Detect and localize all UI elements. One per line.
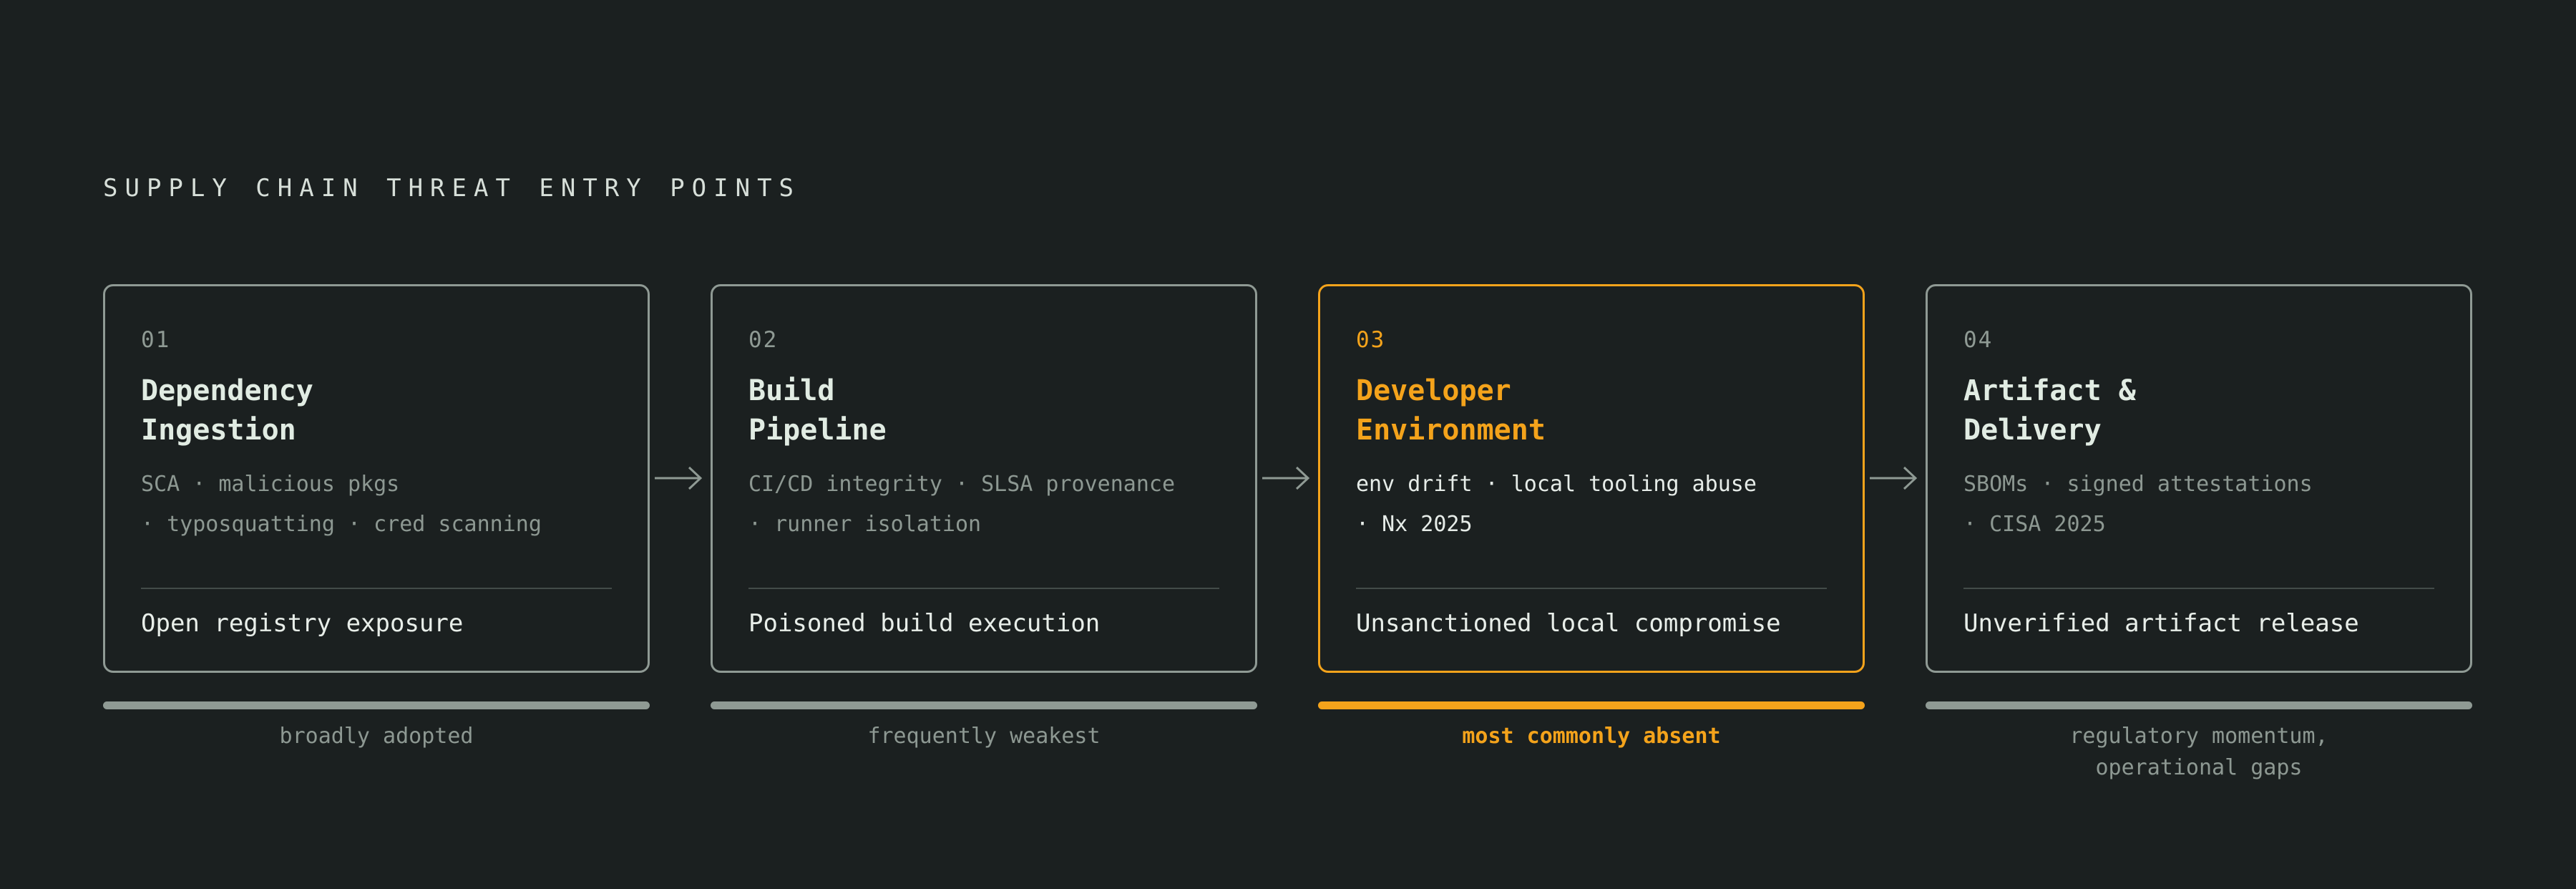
stage-tags: SCA · malicious pkgs · typosquatting · c… bbox=[141, 465, 612, 545]
stage-caption-line: broadly adopted bbox=[279, 724, 474, 749]
stage-name-line: Pipeline bbox=[748, 414, 887, 447]
stage-status-bar bbox=[1926, 701, 2472, 709]
stage-number: 01 bbox=[141, 327, 171, 353]
stage-card: 04 Artifact & Delivery SBOMs · signed at… bbox=[1926, 284, 2472, 673]
stage-caption: frequently weakest bbox=[711, 721, 1257, 752]
stage-name: Dependency Ingestion bbox=[141, 371, 612, 450]
stage-status-bar bbox=[711, 701, 1257, 709]
stage-card: 01 Dependency Ingestion SCA · malicious … bbox=[103, 284, 650, 673]
stage-name: Developer Environment bbox=[1356, 371, 1827, 450]
stage-name: Build Pipeline bbox=[748, 371, 1219, 450]
stage-outcome: Poisoned build execution bbox=[748, 609, 1101, 638]
stage-name-line: Developer bbox=[1356, 374, 1511, 407]
stage-tags-line: CI/CD integrity · SLSA provenance bbox=[748, 472, 1176, 497]
stage-tags-line: · CISA 2025 bbox=[1963, 512, 2106, 537]
stage-name-line: Delivery bbox=[1963, 414, 2102, 447]
stage-caption-line: frequently weakest bbox=[867, 724, 1101, 749]
stage-number: 02 bbox=[748, 327, 779, 353]
stage-name-line: Dependency bbox=[141, 374, 313, 407]
stage-developer-environment: 03 Developer Environment env drift · loc… bbox=[1318, 284, 1865, 752]
stage-divider bbox=[748, 588, 1219, 589]
stage-caption-line: operational gaps bbox=[2095, 755, 2303, 780]
stage-tags-line: · typosquatting · cred scanning bbox=[141, 512, 542, 537]
stage-dependency-ingestion: 01 Dependency Ingestion SCA · malicious … bbox=[103, 284, 650, 752]
arrow-right-icon bbox=[1870, 466, 1918, 490]
arrow-right-icon bbox=[655, 466, 703, 490]
stage-artifact-delivery: 04 Artifact & Delivery SBOMs · signed at… bbox=[1926, 284, 2472, 784]
stage-outcome: Unsanctioned local compromise bbox=[1356, 609, 1781, 638]
stage-tags-line: SBOMs · signed attestations bbox=[1963, 472, 2313, 497]
stage-tags: env drift · local tooling abuse · Nx 202… bbox=[1356, 465, 1827, 545]
stage-tags: SBOMs · signed attestations · CISA 2025 bbox=[1963, 465, 2434, 545]
stage-card: 03 Developer Environment env drift · loc… bbox=[1318, 284, 1865, 673]
stage-divider bbox=[1356, 588, 1827, 589]
stage-caption: regulatory momentum, operational gaps bbox=[1926, 721, 2472, 784]
stage-caption-line: regulatory momentum, bbox=[2069, 724, 2328, 749]
stage-name: Artifact & Delivery bbox=[1963, 371, 2434, 450]
stage-divider bbox=[1963, 588, 2434, 589]
diagram-title: SUPPLY CHAIN THREAT ENTRY POINTS bbox=[103, 174, 801, 203]
stage-caption: most commonly absent bbox=[1318, 721, 1865, 752]
stage-status-bar bbox=[103, 701, 650, 709]
stage-build-pipeline: 02 Build Pipeline CI/CD integrity · SLSA… bbox=[711, 284, 1257, 752]
stage-name-line: Environment bbox=[1356, 414, 1546, 447]
stage-caption: broadly adopted bbox=[103, 721, 650, 752]
stage-caption-line: most commonly absent bbox=[1462, 724, 1721, 749]
stage-outcome: Open registry exposure bbox=[141, 609, 464, 638]
stage-name-line: Ingestion bbox=[141, 414, 296, 447]
stage-number: 04 bbox=[1963, 327, 1994, 353]
stage-tags-line: · Nx 2025 bbox=[1356, 512, 1473, 537]
stage-name-line: Build bbox=[748, 374, 835, 407]
stage-tags-line: · runner isolation bbox=[748, 512, 982, 537]
stage-status-bar bbox=[1318, 701, 1865, 709]
stage-outcome: Unverified artifact release bbox=[1963, 609, 2359, 638]
arrow-right-icon bbox=[1262, 466, 1310, 490]
stage-name-line: Artifact & bbox=[1963, 374, 2136, 407]
stage-number: 03 bbox=[1356, 327, 1386, 353]
stage-card: 02 Build Pipeline CI/CD integrity · SLSA… bbox=[711, 284, 1257, 673]
stage-divider bbox=[141, 588, 612, 589]
stage-tags-line: SCA · malicious pkgs bbox=[141, 472, 400, 497]
stage-tags-line: env drift · local tooling abuse bbox=[1356, 472, 1757, 497]
stage-tags: CI/CD integrity · SLSA provenance · runn… bbox=[748, 465, 1219, 545]
